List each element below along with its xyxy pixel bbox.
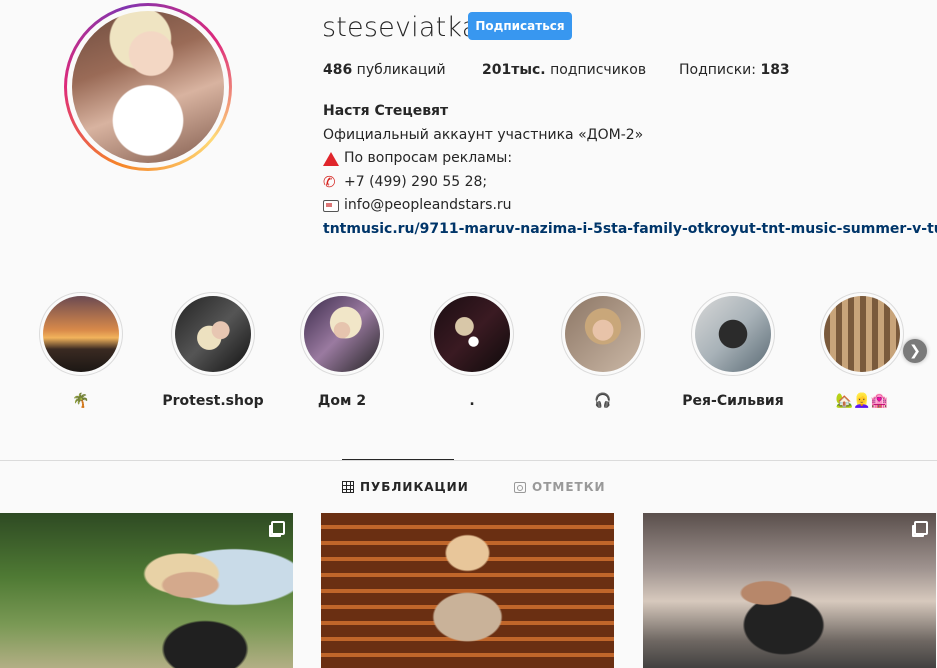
highlight-item[interactable]: 🌴 xyxy=(21,292,141,411)
username: steseviatka xyxy=(322,12,479,43)
red-triangle-icon xyxy=(323,151,341,167)
bio-link[interactable]: tntmusic.ru/9711-maruv-nazima-i-5sta-fam… xyxy=(323,218,937,242)
highlight-item[interactable]: Protest.shop xyxy=(153,292,273,411)
bio-line: Официальный аккаунт участника «ДОМ-2» xyxy=(323,126,644,143)
building-photo xyxy=(824,296,900,372)
following-count[interactable]: Подписки: 183 xyxy=(679,62,790,78)
envelope-icon xyxy=(323,198,341,214)
bio-line: info@peopleandstars.ru xyxy=(323,194,933,218)
tagged-icon xyxy=(514,481,526,493)
profile-bio: Настя Стецевят Официальный аккаунт участ… xyxy=(323,100,937,241)
profile-page: steseviatka Подписаться 486 публикаций 2… xyxy=(0,0,937,668)
tab-tagged[interactable]: ОТМЕТКИ xyxy=(514,480,606,494)
phone-icon: ✆ xyxy=(323,173,336,192)
post-thumbnail[interactable] xyxy=(0,513,293,668)
sunset-photo xyxy=(43,296,119,372)
chevron-right-icon[interactable]: ❯ xyxy=(903,339,927,363)
woman-photo xyxy=(175,296,251,372)
avatar-image xyxy=(72,11,224,163)
carousel-icon xyxy=(271,521,285,535)
highlight-item[interactable]: 🎧 xyxy=(543,292,663,411)
grid-icon xyxy=(342,481,354,493)
post-thumbnail[interactable] xyxy=(643,513,936,668)
active-tab-indicator xyxy=(342,459,454,460)
posts-count: 486 публикаций xyxy=(323,62,446,78)
profile-avatar[interactable] xyxy=(64,3,232,171)
bio-line: По вопросам рекламы: xyxy=(323,147,933,171)
followers-count[interactable]: 201тыс. подписчиков xyxy=(482,62,646,78)
story-highlights: 🌴 Protest.shop Дом 2 . 🎧 Рея-Сильвия 🏡👱‍… xyxy=(0,292,937,412)
woman-photo xyxy=(565,296,641,372)
bio-line: ✆ +7 (499) 290 55 28; xyxy=(323,173,488,192)
tab-posts[interactable]: ПУБЛИКАЦИИ xyxy=(342,480,469,494)
tabs-divider xyxy=(0,460,937,461)
woman-photo xyxy=(304,296,380,372)
full-name: Настя Стецевят xyxy=(323,103,449,119)
highlight-item[interactable]: Дом 2 xyxy=(282,292,402,411)
dog-photo xyxy=(695,296,771,372)
stesev-photo xyxy=(434,296,510,372)
carousel-icon xyxy=(914,521,928,535)
highlight-item[interactable]: . xyxy=(412,292,532,411)
post-thumbnail[interactable] xyxy=(321,513,614,668)
follow-button[interactable]: Подписаться xyxy=(468,12,572,40)
highlight-item[interactable]: Рея-Сильвия xyxy=(673,292,793,411)
